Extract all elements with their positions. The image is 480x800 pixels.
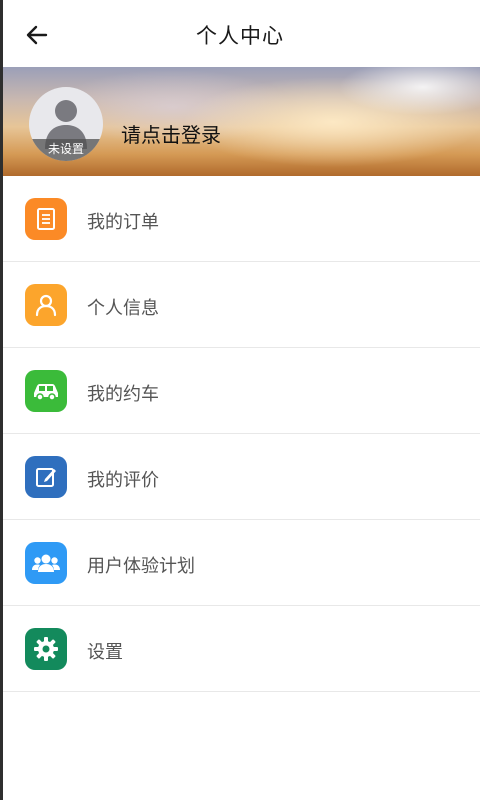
avatar-badge: 未设置	[29, 139, 103, 161]
menu-item-my-reviews[interactable]: 我的评价	[3, 434, 480, 520]
menu-label: 我的约车	[87, 384, 159, 405]
menu-item-personal-info[interactable]: 个人信息	[3, 262, 480, 348]
user-group-icon	[25, 542, 67, 584]
menu-item-experience-program[interactable]: 用户体验计划	[3, 520, 480, 606]
car-icon	[25, 370, 67, 412]
top-bar: 个人中心	[3, 0, 480, 68]
menu-list: 我的订单 个人信息 我的约车 我的评价 用户体验计划 设置	[3, 176, 480, 692]
login-prompt[interactable]: 请点击登录	[121, 119, 221, 148]
menu-label: 个人信息	[87, 298, 159, 319]
menu-item-orders[interactable]: 我的订单	[3, 176, 480, 262]
avatar[interactable]: 未设置	[29, 87, 103, 161]
profile-screen: 个人中心 未设置 请点击登录 我的订单 个人信息 我的约车 我的评价 用户体验计…	[0, 0, 480, 800]
order-document-icon	[25, 198, 67, 240]
edit-review-icon	[25, 456, 67, 498]
person-icon	[25, 284, 67, 326]
menu-label: 设置	[87, 642, 123, 663]
page-title: 个人中心	[196, 24, 284, 48]
gear-icon	[25, 628, 67, 670]
menu-item-settings[interactable]: 设置	[3, 606, 480, 692]
menu-label: 用户体验计划	[87, 556, 195, 577]
menu-item-my-rides[interactable]: 我的约车	[3, 348, 480, 434]
profile-banner: 未设置 请点击登录	[3, 67, 480, 176]
menu-label: 我的订单	[87, 212, 159, 233]
menu-label: 我的评价	[87, 470, 159, 491]
